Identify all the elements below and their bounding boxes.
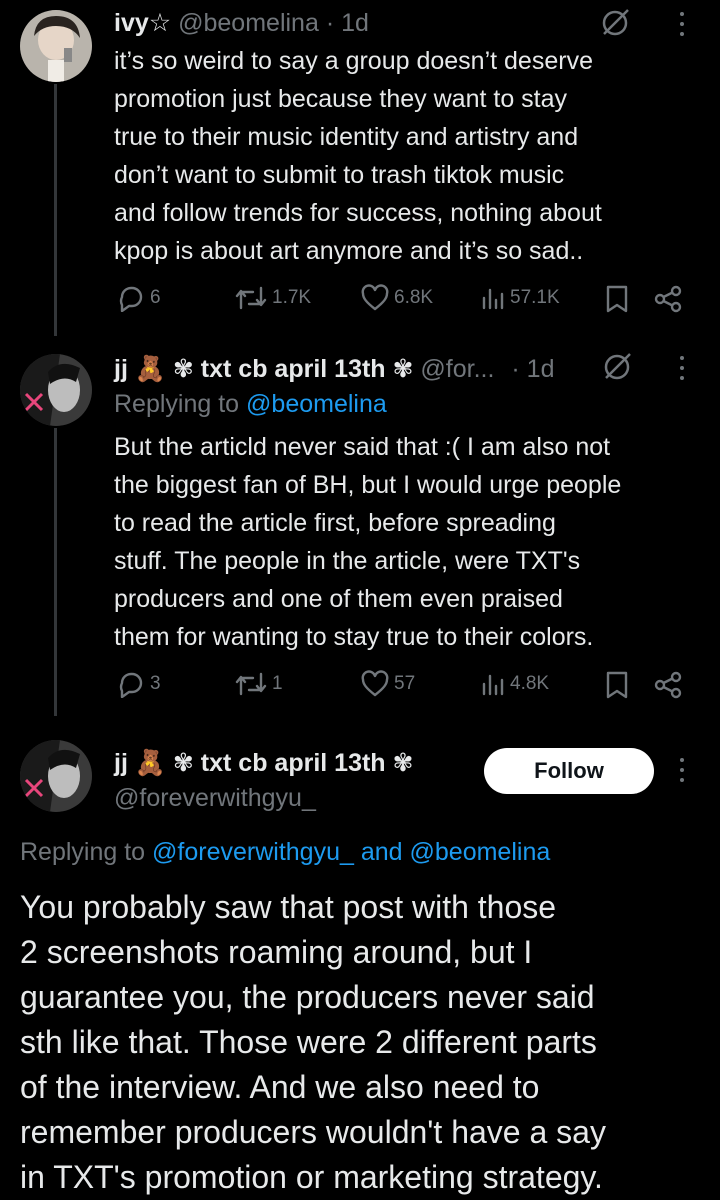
views-button[interactable]: 57.1K (480, 284, 560, 312)
like-count: 6.8K (394, 287, 434, 308)
more-options-icon[interactable] (672, 354, 692, 384)
bookmark-icon[interactable] (604, 670, 630, 700)
reply-count: 6 (150, 287, 161, 308)
timestamp[interactable]: · 1d (326, 9, 369, 37)
tweet-text: But the articld never said that :( I am … (114, 433, 622, 651)
repost-count: 1 (272, 673, 283, 694)
reply-icon (119, 286, 143, 312)
views-count: 57.1K (510, 287, 560, 308)
tweet-header: jj 🧸 ✾ txt cb april 13th ✾ @for... · 1d (114, 354, 554, 384)
grok-icon[interactable] (600, 350, 634, 384)
thread-connector (54, 84, 57, 336)
reply-button[interactable]: 6 (116, 284, 161, 312)
repost-icon (235, 672, 267, 696)
share-icon[interactable] (652, 284, 684, 314)
handle[interactable]: @for... (420, 355, 494, 383)
handle[interactable]: @foreverwithgyu_ (114, 784, 316, 813)
display-name[interactable]: jj 🧸 ✾ txt cb april 13th ✾ (114, 749, 413, 777)
reply-button[interactable]: 3 (116, 670, 161, 698)
share-icon[interactable] (652, 670, 684, 700)
views-icon (482, 288, 504, 310)
follow-button[interactable]: Follow (484, 748, 654, 794)
repost-count: 1.7K (272, 287, 312, 308)
like-count: 57 (394, 673, 416, 694)
main-tweet-text: You probably saw that post with those 2 … (20, 889, 606, 1195)
tweet-header: ivy☆ @beomelina · 1d (114, 8, 369, 38)
views-icon (482, 674, 504, 696)
repost-button[interactable]: 1 (234, 670, 283, 698)
avatar[interactable] (20, 354, 92, 426)
more-options-icon[interactable] (672, 756, 692, 786)
more-options-icon[interactable] (672, 10, 692, 40)
mention-link[interactable]: @beomelina (246, 390, 387, 418)
reply-count: 3 (150, 673, 161, 694)
like-button[interactable]: 57 (360, 670, 415, 698)
display-name[interactable]: ivy☆ (114, 9, 171, 37)
avatar[interactable] (20, 10, 92, 82)
like-button[interactable]: 6.8K (360, 284, 433, 312)
grok-icon[interactable] (598, 6, 632, 40)
views-count: 4.8K (510, 673, 550, 694)
display-name[interactable]: jj 🧸 ✾ txt cb april 13th ✾ (114, 355, 413, 383)
heart-icon (361, 670, 389, 697)
handle[interactable]: @beomelina (178, 9, 319, 37)
mention-link[interactable]: @beomelina (410, 838, 551, 866)
thread-connector (54, 428, 57, 716)
repost-button[interactable]: 1.7K (234, 284, 311, 312)
tweet-header: jj 🧸 ✾ txt cb april 13th ✾ (114, 748, 413, 778)
repost-icon (235, 286, 267, 310)
views-button[interactable]: 4.8K (480, 670, 549, 698)
mention-link[interactable]: @foreverwithgyu_ (152, 838, 354, 866)
bookmark-icon[interactable] (604, 284, 630, 314)
tweet-text: it’s so weird to say a group doesn’t des… (114, 47, 602, 265)
replying-to: Replying to @beomelina (114, 390, 387, 418)
reply-icon (119, 672, 143, 698)
replying-to: Replying to @foreverwithgyu_ and @beomel… (20, 838, 551, 866)
avatar[interactable] (20, 740, 92, 812)
timestamp[interactable]: · 1d (511, 355, 554, 383)
heart-icon (361, 284, 389, 311)
